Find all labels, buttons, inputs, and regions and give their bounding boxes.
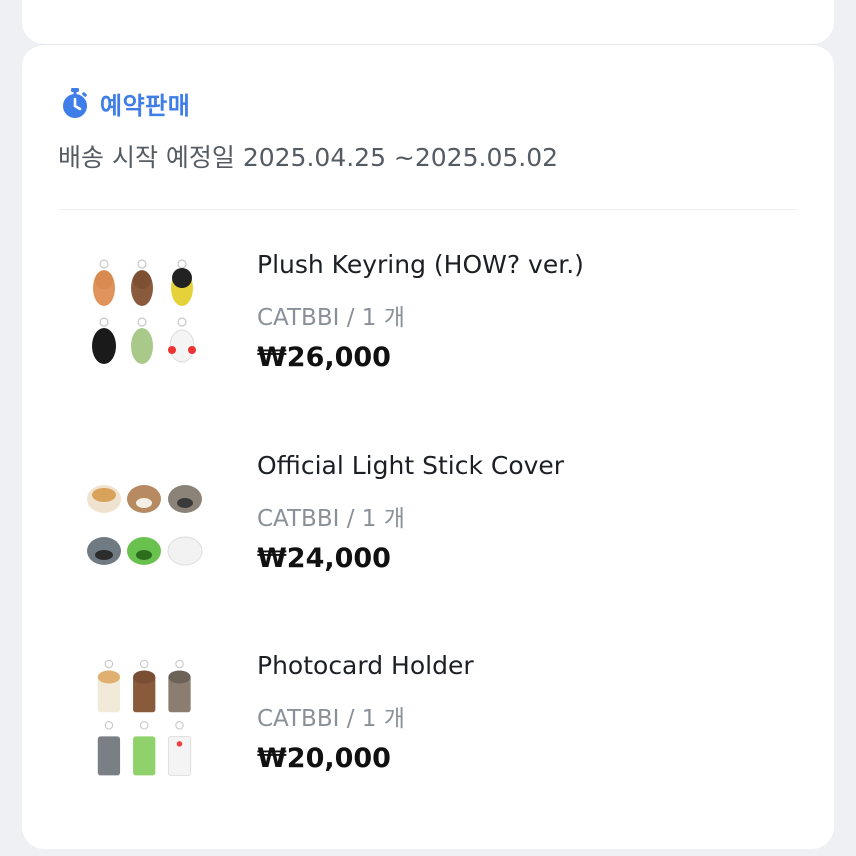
order-item-photocard-holder[interactable]: Photocard Holder CATBBI / 1 개 ₩20,000 (82, 651, 802, 791)
shipping-date-text: 배송 시작 예정일 2025.04.25 ~2025.05.02 (58, 143, 559, 172)
item-price: ₩20,000 (257, 743, 391, 774)
order-item-plush-keyring[interactable]: Plush Keyring (HOW? ver.) CATBBI / 1 개 ₩… (82, 250, 802, 390)
item-name: Photocard Holder (257, 651, 474, 680)
order-card: 예약판매 배송 시작 예정일 2025.04.25 ~2025.05.02 Pl… (22, 44, 834, 849)
stopwatch-icon (63, 88, 87, 118)
order-item-light-stick-cover[interactable]: Official Light Stick Cover CATBBI / 1 개 … (82, 451, 802, 591)
photocard-holder-thumbnail (97, 659, 192, 776)
previous-card-bottom (22, 0, 834, 44)
item-name: Plush Keyring (HOW? ver.) (257, 250, 584, 279)
divider (58, 209, 798, 210)
item-price: ₩24,000 (257, 543, 391, 574)
preorder-label: 예약판매 (100, 91, 191, 120)
item-price: ₩26,000 (257, 342, 391, 373)
item-seller-qty: CATBBI / 1 개 (257, 506, 405, 532)
item-seller-qty: CATBBI / 1 개 (257, 706, 405, 732)
item-seller-qty: CATBBI / 1 개 (257, 305, 405, 331)
plush-keyring-thumbnail (92, 259, 196, 364)
item-name: Official Light Stick Cover (257, 451, 565, 480)
light-stick-cover-thumbnail (87, 485, 203, 566)
preorder-badge: 예약판매 (60, 85, 190, 121)
